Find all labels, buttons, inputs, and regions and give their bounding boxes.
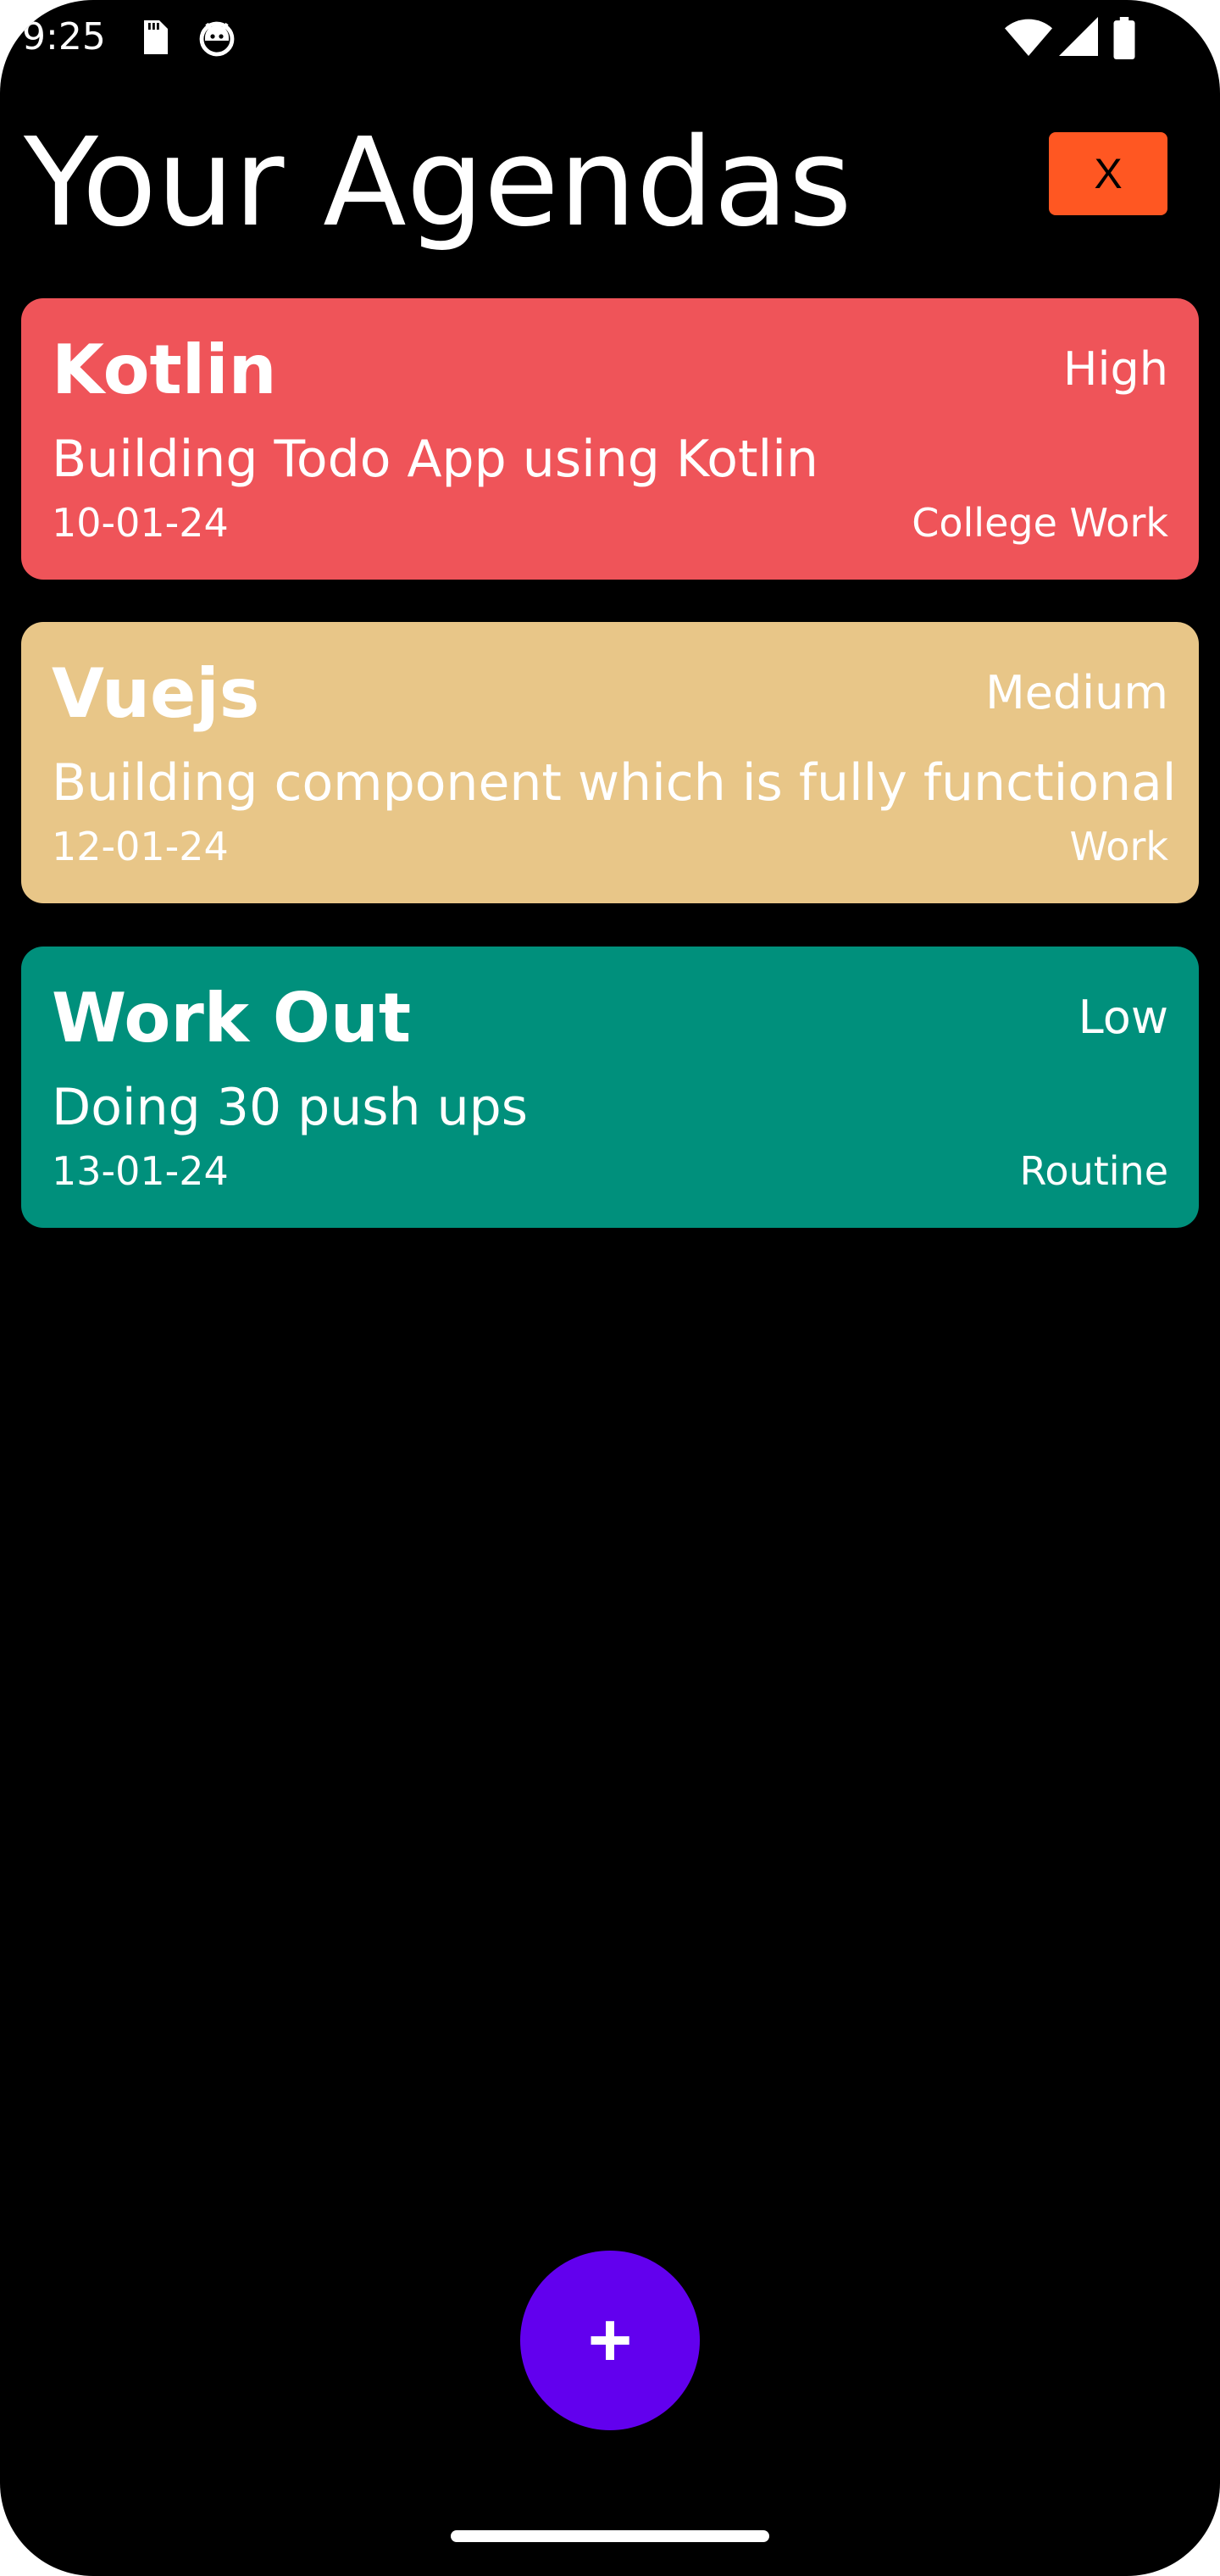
agenda-priority: Low bbox=[1078, 991, 1168, 1044]
close-button[interactable]: X bbox=[1049, 132, 1167, 215]
page-title: Your Agendas bbox=[24, 111, 852, 253]
agenda-title: Kotlin bbox=[52, 330, 277, 409]
agenda-date: 13-01-24 bbox=[52, 1148, 229, 1194]
agenda-category: College Work bbox=[912, 500, 1168, 546]
wifi-icon bbox=[1005, 17, 1052, 59]
agenda-priority: High bbox=[1062, 342, 1168, 396]
app-screen: 9:25 Your Agendas X Kotlin High Building… bbox=[0, 0, 1220, 2576]
agenda-date: 12-01-24 bbox=[52, 824, 229, 869]
agenda-description: Doing 30 push ups bbox=[52, 1078, 529, 1137]
android-debug-icon bbox=[197, 17, 237, 58]
agenda-category: Work bbox=[1069, 824, 1168, 869]
home-indicator[interactable] bbox=[451, 2530, 769, 2542]
battery-icon bbox=[1112, 17, 1137, 59]
agenda-title: Vuejs bbox=[52, 654, 260, 733]
add-agenda-button[interactable]: + bbox=[520, 2251, 700, 2430]
status-time: 9:25 bbox=[22, 15, 106, 58]
agenda-card[interactable]: Kotlin High Building Todo App using Kotl… bbox=[21, 298, 1199, 580]
agenda-card[interactable]: Vuejs Medium Building component which is… bbox=[21, 622, 1199, 903]
sd-card-icon bbox=[134, 17, 175, 58]
agenda-priority: Medium bbox=[985, 666, 1168, 719]
agenda-description: Building component which is fully functi… bbox=[52, 753, 1177, 813]
agenda-description: Building Todo App using Kotlin bbox=[52, 430, 818, 489]
agenda-title: Work Out bbox=[52, 979, 412, 1058]
agenda-date: 10-01-24 bbox=[52, 500, 229, 546]
agenda-category: Routine bbox=[1019, 1148, 1168, 1194]
signal-icon bbox=[1059, 17, 1098, 56]
status-bar: 9:25 bbox=[0, 0, 1220, 76]
agenda-card[interactable]: Work Out Low Doing 30 push ups 13-01-24 … bbox=[21, 947, 1199, 1228]
